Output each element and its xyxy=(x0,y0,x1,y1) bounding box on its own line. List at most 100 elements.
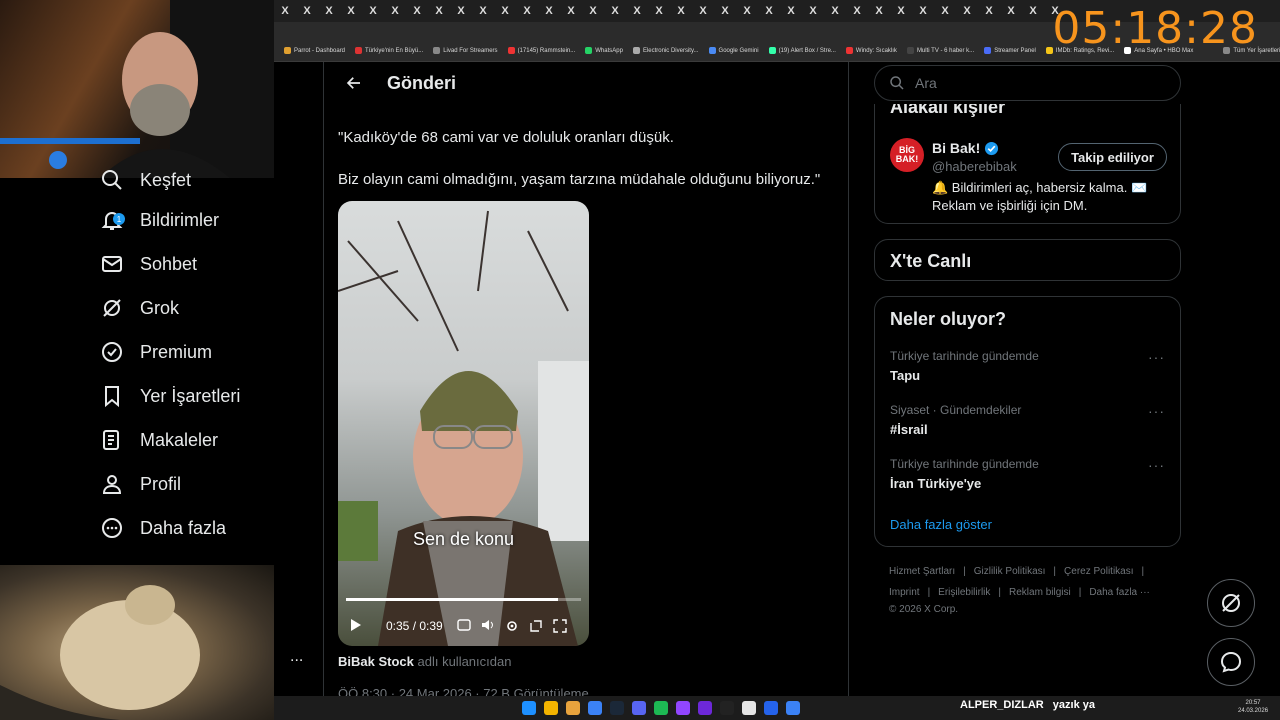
bookmark-item[interactable]: Multi TV - 6 haber k... xyxy=(906,47,974,54)
footer-link[interactable]: Gizlilik Politikası xyxy=(974,566,1046,577)
browser-tab[interactable]: X xyxy=(560,0,582,22)
person-name-row[interactable]: Bi Bak! xyxy=(932,140,999,156)
bookmark-item[interactable]: Electronic Diversity... xyxy=(632,47,699,54)
taskbar-app-icon[interactable] xyxy=(566,701,580,715)
browser-tab[interactable]: X xyxy=(912,0,934,22)
footer-link[interactable]: Reklam bilgisi xyxy=(1009,587,1071,598)
video-player[interactable]: Sen de konu 0:35 / 0:39 xyxy=(338,201,589,646)
grok-button[interactable] xyxy=(1207,579,1255,627)
browser-tab[interactable]: X xyxy=(1022,0,1044,22)
browser-tab[interactable]: X xyxy=(362,0,384,22)
browser-tab[interactable]: X xyxy=(604,0,626,22)
popout-icon[interactable] xyxy=(529,619,543,633)
taskbar-app-icon[interactable] xyxy=(654,701,668,715)
browser-tab[interactable]: X xyxy=(1000,0,1022,22)
browser-tab[interactable]: X xyxy=(824,0,846,22)
trend-item[interactable]: Türkiye tarihinde gündemde İran Türkiye'y… xyxy=(890,457,1165,501)
browser-tab[interactable]: X xyxy=(472,0,494,22)
taskbar-app-icon[interactable] xyxy=(632,701,646,715)
trend-item[interactable]: Türkiye tarihinde gündemde Tapu ··· xyxy=(890,349,1165,393)
taskbar-app-icon[interactable] xyxy=(786,701,800,715)
browser-tab[interactable]: X xyxy=(648,0,670,22)
volume-icon[interactable] xyxy=(481,619,495,631)
footer-link[interactable]: Erişilebilirlik xyxy=(938,587,990,598)
bookmark-item[interactable]: Streamer Panel xyxy=(984,47,1036,54)
taskbar-app-icon[interactable] xyxy=(522,701,536,715)
play-button[interactable] xyxy=(350,618,362,635)
browser-tab[interactable]: X xyxy=(340,0,362,22)
browser-tab[interactable]: X xyxy=(406,0,428,22)
bookmark-item[interactable]: (19) Alert Box / Stre... xyxy=(768,47,836,54)
footer-link[interactable]: Çerez Politikası xyxy=(1064,566,1133,577)
nav-item-bookmark[interactable]: Yer İşaretleri xyxy=(100,376,240,416)
taskbar-app-icon[interactable] xyxy=(720,701,734,715)
browser-tab[interactable]: X xyxy=(494,0,516,22)
live-on-x-card[interactable]: X'te Canlı xyxy=(874,239,1181,281)
nav-explore[interactable]: Keşfet xyxy=(100,160,191,200)
browser-tab[interactable]: X xyxy=(736,0,758,22)
captions-icon[interactable] xyxy=(457,619,471,631)
browser-tab[interactable]: X xyxy=(582,0,604,22)
search-bar[interactable]: Ara xyxy=(874,65,1181,101)
browser-tab[interactable]: X xyxy=(758,0,780,22)
fullscreen-icon[interactable] xyxy=(553,619,567,633)
nav-item-grok[interactable]: Grok xyxy=(100,288,179,328)
bookmark-item[interactable]: Google Gemini xyxy=(708,47,759,54)
account-more-button[interactable]: ... xyxy=(290,648,303,666)
footer-link[interactable]: Imprint xyxy=(889,587,920,598)
bookmark-item[interactable]: WhatsApp xyxy=(585,47,623,54)
bookmark-item[interactable]: Windy: Sıcaklık xyxy=(845,47,897,54)
bookmark-item[interactable]: (17145) Rammstein... xyxy=(507,47,575,54)
nav-item-mail[interactable]: Sohbet xyxy=(100,244,197,284)
taskbar-app-icon[interactable] xyxy=(610,701,624,715)
browser-tab[interactable]: X xyxy=(384,0,406,22)
bookmark-item[interactable]: Parrot - Dashboard xyxy=(284,47,345,54)
browser-tab[interactable]: X xyxy=(450,0,472,22)
browser-tab[interactable]: X xyxy=(868,0,890,22)
browser-tab[interactable]: X xyxy=(516,0,538,22)
browser-tab[interactable]: X xyxy=(296,0,318,22)
browser-tab[interactable]: X xyxy=(934,0,956,22)
browser-tab[interactable]: X xyxy=(274,0,296,22)
more-options-icon[interactable]: ··· xyxy=(1148,349,1165,365)
nav-item-more-circle[interactable]: Daha fazla xyxy=(100,508,226,548)
browser-tab[interactable]: X xyxy=(670,0,692,22)
taskbar-app-icon[interactable] xyxy=(544,701,558,715)
bookmark-item[interactable]: Livad For Streamers xyxy=(433,47,498,54)
browser-tab[interactable]: X xyxy=(714,0,736,22)
source-author-link[interactable]: BiBak Stock xyxy=(338,654,414,669)
nav-item-bell[interactable]: 1 Bildirimler xyxy=(100,200,219,240)
settings-gear-icon[interactable] xyxy=(505,619,519,633)
browser-tab[interactable]: X xyxy=(626,0,648,22)
nav-item-person[interactable]: Profil xyxy=(100,464,181,504)
browser-tab[interactable]: X xyxy=(978,0,1000,22)
browser-tab[interactable]: X xyxy=(318,0,340,22)
video-progress-bar[interactable] xyxy=(346,598,581,601)
taskbar-app-icon[interactable] xyxy=(698,701,712,715)
footer-link[interactable]: Daha fazla ··· xyxy=(1089,587,1150,598)
bookmark-item[interactable]: Türkiye'nin En Büyü... xyxy=(355,47,423,54)
taskbar-app-icon[interactable] xyxy=(588,701,602,715)
more-options-icon[interactable]: ··· xyxy=(1148,403,1165,419)
browser-tab[interactable]: X xyxy=(692,0,714,22)
back-button[interactable] xyxy=(339,68,369,98)
browser-tab[interactable]: X xyxy=(846,0,868,22)
taskbar-app-icon[interactable] xyxy=(676,701,690,715)
taskbar-clock[interactable]: 20:57 24.03.2026 xyxy=(1238,699,1268,715)
taskbar-app-icon[interactable] xyxy=(742,701,756,715)
nav-item-article[interactable]: Makaleler xyxy=(100,420,218,460)
browser-tab[interactable]: X xyxy=(428,0,450,22)
more-options-icon[interactable]: ··· xyxy=(1148,457,1165,473)
show-more-link[interactable]: Daha fazla göster xyxy=(890,517,992,532)
avatar[interactable]: BİG BAK! xyxy=(890,138,924,172)
messages-button[interactable] xyxy=(1207,638,1255,686)
browser-tab[interactable]: X xyxy=(890,0,912,22)
browser-tab[interactable]: X xyxy=(956,0,978,22)
following-button[interactable]: Takip ediliyor xyxy=(1058,143,1167,171)
browser-tab[interactable]: X xyxy=(538,0,560,22)
browser-tab[interactable]: X xyxy=(802,0,824,22)
nav-item-verified[interactable]: Premium xyxy=(100,332,212,372)
taskbar-app-icon[interactable] xyxy=(764,701,778,715)
trend-item[interactable]: Siyaset · Gündemdekiler #İsrail ··· xyxy=(890,403,1165,447)
browser-tab[interactable]: X xyxy=(780,0,802,22)
